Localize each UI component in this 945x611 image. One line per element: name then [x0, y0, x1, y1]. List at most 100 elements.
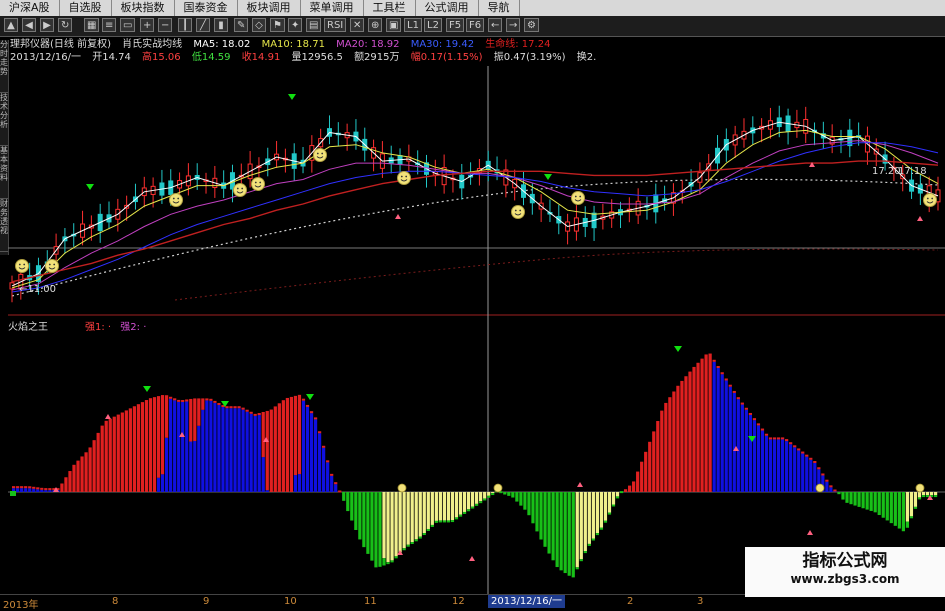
indicator-bar-blue — [185, 401, 188, 492]
indicator-bar-green — [427, 529, 430, 531]
indicator-bar-yellow — [463, 492, 466, 512]
indicator-bar-green — [560, 492, 563, 570]
indicator-bar-yellow — [926, 492, 929, 495]
indicator-bar-red — [121, 413, 124, 492]
smiley-icon — [16, 260, 29, 273]
indicator-bar-blue — [229, 408, 232, 492]
indicator-bar-red — [254, 414, 257, 416]
indicator-bar-red — [40, 488, 43, 490]
quote-close: 收14.91 — [242, 52, 281, 63]
indicator-bar-yellow — [431, 492, 434, 525]
indicator-bar-red — [737, 397, 740, 399]
indicator-bar-yellow — [483, 492, 486, 498]
smiley-eye — [321, 153, 323, 155]
indicator-bar-red — [330, 474, 333, 476]
indicator-info-row: 理邦仪器(日线 前复权) 肖氏实战均线 MA5: 18.02 MA10: 18.… — [10, 38, 558, 51]
signal-up-marker-icon — [105, 414, 111, 419]
smiley-eye — [405, 176, 407, 178]
date-tick: 9 — [203, 596, 209, 607]
quote-date: 2013/12/16/一 — [10, 52, 81, 63]
signal-down-arrow-icon — [306, 394, 314, 400]
indicator-bar-green — [543, 492, 546, 547]
indicator-bar-red — [632, 481, 635, 492]
indicator-bar-red — [76, 461, 79, 492]
indicator-bar-red — [125, 410, 128, 492]
indicator-bar-blue — [314, 419, 317, 492]
indicator-bar-blue — [773, 439, 776, 492]
life-line-value: 生命线: 17.24 — [485, 39, 550, 50]
indicator-bar-red — [745, 408, 748, 410]
indicator-bar-red — [761, 429, 764, 431]
chart-canvas[interactable] — [0, 0, 945, 609]
indicator-bar-red — [624, 489, 627, 492]
indicator-bar-green — [435, 521, 438, 523]
indicator-bar-red — [709, 354, 712, 492]
indicator-bar-blue — [250, 414, 253, 492]
indicator-bar-green — [523, 492, 526, 510]
indicator-bar-green — [535, 492, 538, 531]
smiley-icon — [314, 149, 327, 162]
indicator-bar-red — [80, 456, 83, 492]
indicator-bar-blue — [318, 433, 321, 492]
indicator-bar-red — [161, 395, 164, 474]
indicator-bar-blue — [298, 474, 301, 492]
indicator-bar-blue — [829, 487, 832, 492]
indicator-bar-blue — [169, 399, 172, 492]
indicator-bar-green — [551, 492, 554, 560]
indicator-bar-green — [390, 560, 393, 562]
indicator-bar-red — [101, 426, 104, 492]
indicator-bar-red — [785, 439, 788, 441]
date-tick: 2 — [627, 596, 633, 607]
indicator-bar-green — [898, 492, 901, 529]
indicator-bar-red — [246, 410, 249, 412]
indicator-bar-red — [700, 359, 703, 492]
indicator-bar-blue — [237, 408, 240, 492]
indicator-bar-blue — [193, 441, 196, 492]
indicator-bar-green — [556, 492, 559, 567]
indicator-bar-green — [886, 492, 889, 520]
indicator-bar-green — [616, 496, 619, 498]
indicator-bar-red — [636, 472, 639, 492]
indicator-bar-yellow — [451, 492, 454, 520]
indicator-bar-red — [266, 411, 269, 490]
indicator-bar-green — [378, 492, 381, 567]
indicator-bar-red — [109, 419, 112, 492]
quote-amount: 额2915万 — [354, 52, 399, 63]
long-term-trendline — [12, 179, 938, 296]
indicator-bar-red — [696, 363, 699, 492]
indicator-bar-red — [729, 385, 732, 387]
indicator-bar-blue — [769, 439, 772, 492]
indicator-bar-red — [733, 391, 736, 393]
indicator-bar-red — [322, 446, 325, 448]
indicator-bar-red — [60, 484, 63, 492]
indicator-bar-red — [217, 403, 220, 405]
indicator-bar-green — [358, 492, 361, 539]
indicator-smiley-icon — [398, 484, 406, 492]
indicator-bar-blue — [789, 444, 792, 492]
indicator-bar-blue — [209, 401, 212, 492]
legend-strength-2: 强2: · — [120, 322, 146, 333]
smiley-eye — [927, 198, 929, 200]
indicator-bar-red — [274, 406, 277, 492]
indicator-bar-red — [306, 405, 309, 407]
indicator-bar-red — [725, 378, 728, 380]
indicator-bar-green — [483, 498, 486, 500]
indicator-bar-green — [866, 492, 869, 510]
indicator-bar-green — [467, 509, 470, 511]
indicator-bar-blue — [741, 405, 744, 492]
price-tag-1: 17.20 — [872, 166, 901, 177]
smiley-eye — [519, 210, 521, 212]
indicator-bar-red — [713, 360, 716, 362]
signal-up-marker-icon — [917, 216, 923, 221]
indicator-bar-red — [12, 486, 15, 488]
indicator-bar-blue — [20, 488, 23, 492]
indicator-bar-green — [451, 520, 454, 522]
indicator-bar-green — [366, 492, 369, 554]
indicator-bar-green — [906, 522, 909, 528]
indicator-bar-red — [741, 403, 744, 405]
indicator-bar-green — [910, 516, 913, 518]
indicator-bar-yellow — [394, 492, 397, 556]
indicator-bar-yellow — [910, 492, 913, 516]
indicator-bar-red — [749, 413, 752, 415]
indicator-bar-red — [644, 452, 647, 492]
